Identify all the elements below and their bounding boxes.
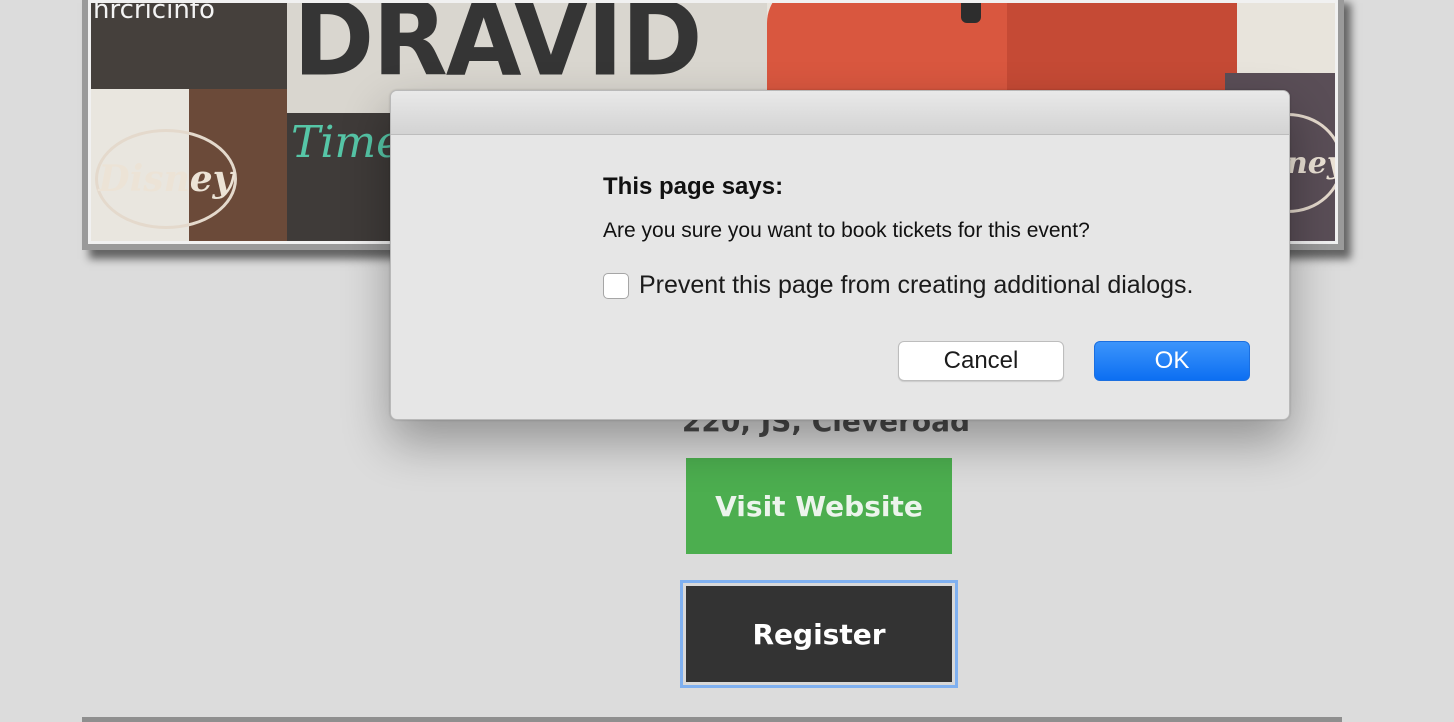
sponsor-text: hrcricinfo [93,0,215,25]
disney-logo-text: Disney [98,158,234,200]
dialog-title: This page says: [603,173,784,200]
register-button[interactable]: Register [680,580,958,688]
confirm-dialog: This page says: Are you sure you want to… [390,90,1290,420]
cancel-button[interactable]: Cancel [898,341,1064,381]
backdrop-name-text: DRAVID [293,0,703,100]
prevent-dialogs-checkbox[interactable] [603,272,629,299]
backdrop-script-text: Time [291,117,403,168]
page: hrcricinfo DRAVID Time Disney Disney 220… [0,0,1454,722]
dialog-message: Are you sure you want to book tickets fo… [603,219,1090,242]
prevent-dialogs-option[interactable]: Prevent this page from creating addition… [603,271,1194,300]
microphone-clip [961,3,981,23]
dialog-titlebar[interactable] [391,91,1289,135]
disney-logo: Disney [95,129,237,229]
ok-button[interactable]: OK [1094,341,1250,381]
footer-divider [82,717,1342,722]
prevent-dialogs-label[interactable]: Prevent this page from creating addition… [639,271,1194,300]
visit-website-button[interactable]: Visit Website [686,458,952,554]
